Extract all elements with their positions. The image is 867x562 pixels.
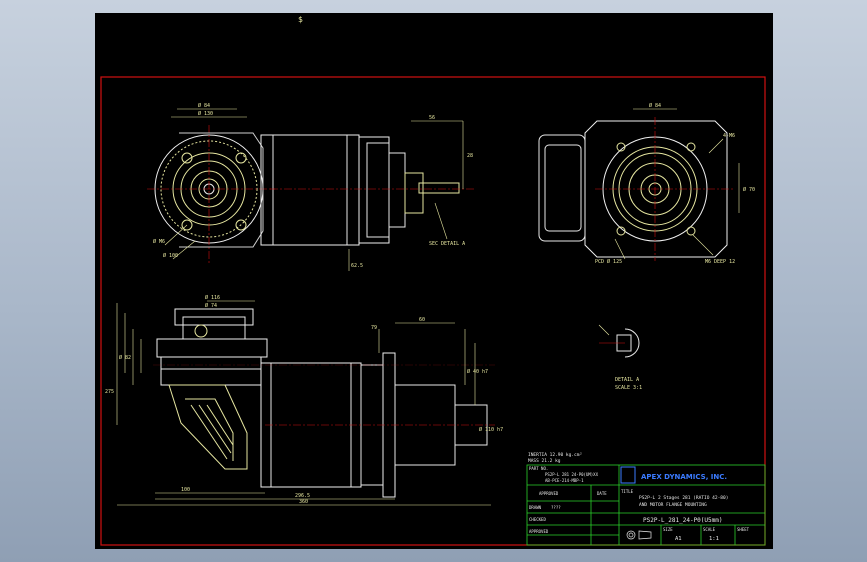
- dim-front-top-2: Ø 74: [205, 302, 217, 309]
- scale-value: 1:1: [709, 536, 719, 542]
- dim-left-pcd: Ø 100: [163, 252, 178, 259]
- top-left-view: [147, 108, 475, 271]
- detail-a: [598, 324, 640, 358]
- size-value: A1: [675, 536, 682, 542]
- dim-left-top2: Ø 130: [198, 110, 213, 117]
- drawn-value: ????: [551, 505, 561, 510]
- dim-front-height-2: Ø 82: [119, 354, 131, 361]
- dim-front-bottom-1: 100: [181, 487, 190, 493]
- approved-label: APPROVED: [529, 529, 549, 534]
- dim-front-height-1: 275: [105, 389, 114, 395]
- dim-side-1: 56: [429, 115, 435, 121]
- dim-side-2: 28: [467, 153, 473, 159]
- top-mark: $: [298, 15, 303, 24]
- sheet-label: SHEET: [737, 527, 750, 532]
- dim-right-hole: M6 DEEP 12: [705, 259, 735, 265]
- checked-label: CHECKED: [529, 517, 546, 522]
- title-label: TITLE: [621, 489, 634, 494]
- dim-left-hole: Ø M6: [153, 238, 165, 245]
- mass-text: MASS 21.2 kg: [528, 458, 561, 464]
- dim-front-shaft-3: Ø 40 h7: [467, 368, 488, 375]
- part-no-1: PS2P-L 281 24-P0(UM)XX: [545, 472, 599, 477]
- dim-front-bottom-3: 360: [299, 499, 308, 505]
- detail-a-scale: SCALE 3:1: [615, 385, 642, 391]
- scale-label: SCALE: [703, 527, 716, 532]
- title-line-2: AND MOTOR FLANGE MOUNTING: [639, 502, 707, 508]
- front-view: [116, 300, 495, 506]
- date-col: DATE: [597, 491, 607, 496]
- approved-col: APPROVED: [539, 491, 559, 496]
- drawn-label: DRAWN: [529, 505, 542, 510]
- dim-front-top-1: Ø 116: [205, 294, 220, 301]
- dim-right-pcd: PCD Ø 125: [595, 258, 622, 265]
- part-no-2: AB-PCE-214-MBP-1: [545, 478, 584, 483]
- section-label: SEC DETAIL A: [429, 241, 465, 247]
- cad-drawing[interactable]: $ Ø 84 Ø 130 Ø M6 Ø 100 56 28 62.5 SEC D…: [95, 13, 773, 549]
- title-line-1: PS2P-L 2 Stages 281 (RATIO 42-80): [639, 495, 728, 501]
- dim-front-shaft-4: Ø 110 h7: [479, 426, 503, 433]
- dim-front-shaft-1: 79: [371, 325, 377, 331]
- dim-right-side: Ø 70: [743, 186, 755, 193]
- projection-symbol-icon: [626, 530, 652, 540]
- company-name: APEX DYNAMICS, INC.: [641, 473, 727, 481]
- dim-right-tap: 4-M6: [723, 133, 735, 139]
- dim-left-top: Ø 84: [198, 102, 210, 109]
- drawing-number: PS2P-L_281_24-P0(U5mm): [643, 517, 722, 524]
- detail-a-label: DETAIL A: [615, 377, 639, 383]
- inertia-text: INERTIA 12.90 kg.cm²: [528, 452, 582, 458]
- part-no-label: PART NO.: [529, 466, 548, 471]
- dim-side-3: 62.5: [351, 263, 363, 269]
- size-label: SIZE: [663, 527, 673, 532]
- dim-front-shaft-2: 60: [419, 317, 425, 323]
- dim-right-top: Ø 84: [649, 102, 661, 109]
- company-logo-box: [620, 466, 636, 484]
- top-right-view: [538, 108, 740, 261]
